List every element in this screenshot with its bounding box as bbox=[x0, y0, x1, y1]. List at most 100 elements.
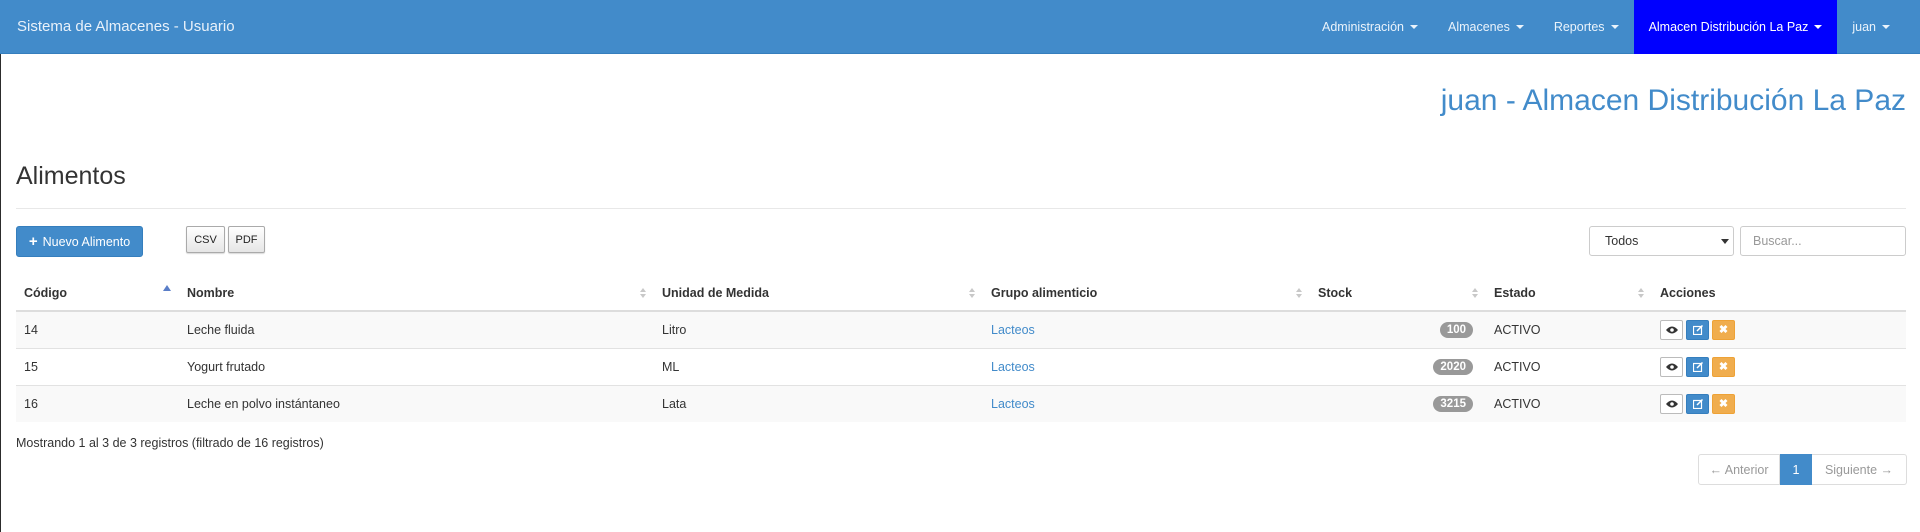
caret-down-icon bbox=[1409, 25, 1418, 29]
sort-icon bbox=[1296, 288, 1302, 298]
table-row: 15 Yogurt frutado ML Lacteos 2020 ACTIVO… bbox=[16, 347, 1906, 385]
nav-item-administracion[interactable]: Administración bbox=[1307, 0, 1433, 54]
nav-item-label: Almacen Distribución La Paz bbox=[1648, 20, 1809, 34]
search-input[interactable] bbox=[1740, 226, 1906, 256]
cell-unidad: Lata bbox=[654, 384, 983, 422]
group-link[interactable]: Lacteos bbox=[991, 323, 1035, 337]
caret-down-icon bbox=[1515, 25, 1524, 29]
cell-acciones: ✖ bbox=[1652, 384, 1906, 422]
column-label: Acciones bbox=[1660, 286, 1716, 300]
cell-acciones: ✖ bbox=[1652, 347, 1906, 385]
cell-acciones: ✖ bbox=[1652, 310, 1906, 348]
stock-badge: 2020 bbox=[1433, 358, 1473, 375]
app-brand[interactable]: Sistema de Almacenes - Usuario bbox=[0, 0, 1307, 53]
records-info: Mostrando 1 al 3 de 3 registros (filtrad… bbox=[16, 436, 324, 450]
next-page-button[interactable]: Siguiente → bbox=[1812, 454, 1907, 485]
caret-down-icon bbox=[1610, 25, 1619, 29]
nav-item-almacenes[interactable]: Almacenes bbox=[1433, 0, 1539, 54]
edit-button[interactable] bbox=[1686, 319, 1709, 340]
delete-icon: ✖ bbox=[1718, 398, 1729, 411]
chevron-down-icon bbox=[1721, 239, 1729, 244]
nav-item-label: Almacenes bbox=[1447, 20, 1510, 34]
page-number-button[interactable]: 1 bbox=[1780, 454, 1812, 485]
plus-icon: + bbox=[28, 233, 38, 250]
column-header-codigo[interactable]: Código bbox=[16, 276, 179, 312]
group-link[interactable]: Lacteos bbox=[991, 397, 1035, 411]
cell-nombre: Leche en polvo instántaneo bbox=[179, 384, 654, 422]
column-header-grupo[interactable]: Grupo alimenticio bbox=[983, 276, 1310, 312]
column-label: Código bbox=[24, 286, 68, 300]
view-button[interactable] bbox=[1660, 319, 1683, 340]
column-label: Nombre bbox=[187, 286, 235, 300]
stock-badge: 3215 bbox=[1433, 395, 1473, 412]
cell-unidad: ML bbox=[654, 347, 983, 385]
edit-button[interactable] bbox=[1686, 356, 1709, 377]
column-header-estado[interactable]: Estado bbox=[1486, 276, 1652, 312]
nav-menu: Administración Almacenes Reportes Almace… bbox=[1307, 0, 1920, 54]
column-header-acciones: Acciones bbox=[1652, 276, 1906, 312]
nav-item-almacen-actual[interactable]: Almacen Distribución La Paz bbox=[1633, 0, 1838, 54]
pagination: ← Anterior 1 Siguiente → bbox=[1698, 454, 1907, 485]
delete-button[interactable]: ✖ bbox=[1712, 356, 1735, 377]
stock-badge: 100 bbox=[1439, 321, 1473, 338]
cell-estado: ACTIVO bbox=[1486, 310, 1652, 348]
eye-icon bbox=[1665, 400, 1678, 408]
nav-item-label: juan bbox=[1852, 20, 1876, 34]
caret-down-icon bbox=[1882, 25, 1890, 29]
column-header-unidad[interactable]: Unidad de Medida bbox=[654, 276, 983, 312]
edit-icon bbox=[1692, 398, 1703, 409]
column-label: Unidad de Medida bbox=[662, 286, 769, 300]
edit-icon bbox=[1692, 361, 1703, 372]
column-label: Estado bbox=[1494, 286, 1536, 300]
column-label: Stock bbox=[1318, 286, 1353, 300]
new-food-label: Nuevo Alimento bbox=[42, 234, 131, 249]
page-title: Alimentos bbox=[16, 162, 126, 190]
cell-grupo: Lacteos bbox=[983, 310, 1310, 348]
edit-icon bbox=[1692, 324, 1703, 335]
cell-nombre: Leche fluida bbox=[179, 310, 654, 348]
divider bbox=[16, 208, 1906, 209]
delete-icon: ✖ bbox=[1718, 361, 1729, 373]
status-filter-select[interactable]: Todos bbox=[1589, 226, 1734, 256]
cell-codigo: 16 bbox=[16, 384, 179, 422]
nav-item-user[interactable]: juan bbox=[1837, 0, 1920, 54]
sort-asc-icon bbox=[163, 285, 171, 291]
cell-estado: ACTIVO bbox=[1486, 384, 1652, 422]
cell-nombre: Yogurt frutado bbox=[179, 347, 654, 385]
cell-estado: ACTIVO bbox=[1486, 347, 1652, 385]
sort-icon bbox=[969, 288, 975, 298]
sort-icon bbox=[1472, 288, 1478, 298]
nav-item-label: Administración bbox=[1322, 20, 1404, 34]
delete-button[interactable]: ✖ bbox=[1712, 393, 1735, 414]
user-warehouse-heading: juan - Almacen Distribución La Paz bbox=[1440, 84, 1906, 117]
cell-unidad: Litro bbox=[654, 310, 983, 348]
eye-icon bbox=[1665, 326, 1678, 334]
cell-grupo: Lacteos bbox=[983, 347, 1310, 385]
view-button[interactable] bbox=[1660, 356, 1683, 377]
cell-stock: 100 bbox=[1310, 310, 1486, 348]
new-food-button[interactable]: + Nuevo Alimento bbox=[16, 226, 143, 257]
window-edge bbox=[0, 0, 1, 532]
column-label: Grupo alimenticio bbox=[991, 286, 1098, 300]
view-button[interactable] bbox=[1660, 393, 1683, 414]
edit-button[interactable] bbox=[1686, 393, 1709, 414]
export-pdf-button[interactable]: PDF bbox=[228, 226, 265, 253]
top-navbar: Sistema de Almacenes - Usuario Administr… bbox=[0, 0, 1920, 54]
foods-table: Código Nombre Unidad de Medida Grupo ali… bbox=[16, 276, 1906, 422]
group-link[interactable]: Lacteos bbox=[991, 360, 1035, 374]
caret-down-icon bbox=[1814, 25, 1823, 29]
column-header-stock[interactable]: Stock bbox=[1310, 276, 1486, 312]
nav-item-reportes[interactable]: Reportes bbox=[1539, 0, 1634, 54]
export-csv-button[interactable]: CSV bbox=[186, 226, 225, 253]
table-header-row: Código Nombre Unidad de Medida Grupo ali… bbox=[16, 276, 1906, 312]
nav-item-label: Reportes bbox=[1553, 20, 1605, 34]
cell-grupo: Lacteos bbox=[983, 384, 1310, 422]
delete-button[interactable]: ✖ bbox=[1712, 319, 1735, 340]
status-filter-value: Todos bbox=[1605, 234, 1639, 248]
table-row: 14 Leche fluida Litro Lacteos 100 ACTIVO… bbox=[16, 310, 1906, 348]
cell-stock: 2020 bbox=[1310, 347, 1486, 385]
sort-icon bbox=[1638, 288, 1644, 298]
column-header-nombre[interactable]: Nombre bbox=[179, 276, 654, 312]
previous-page-button[interactable]: ← Anterior bbox=[1698, 454, 1780, 485]
cell-codigo: 15 bbox=[16, 347, 179, 385]
